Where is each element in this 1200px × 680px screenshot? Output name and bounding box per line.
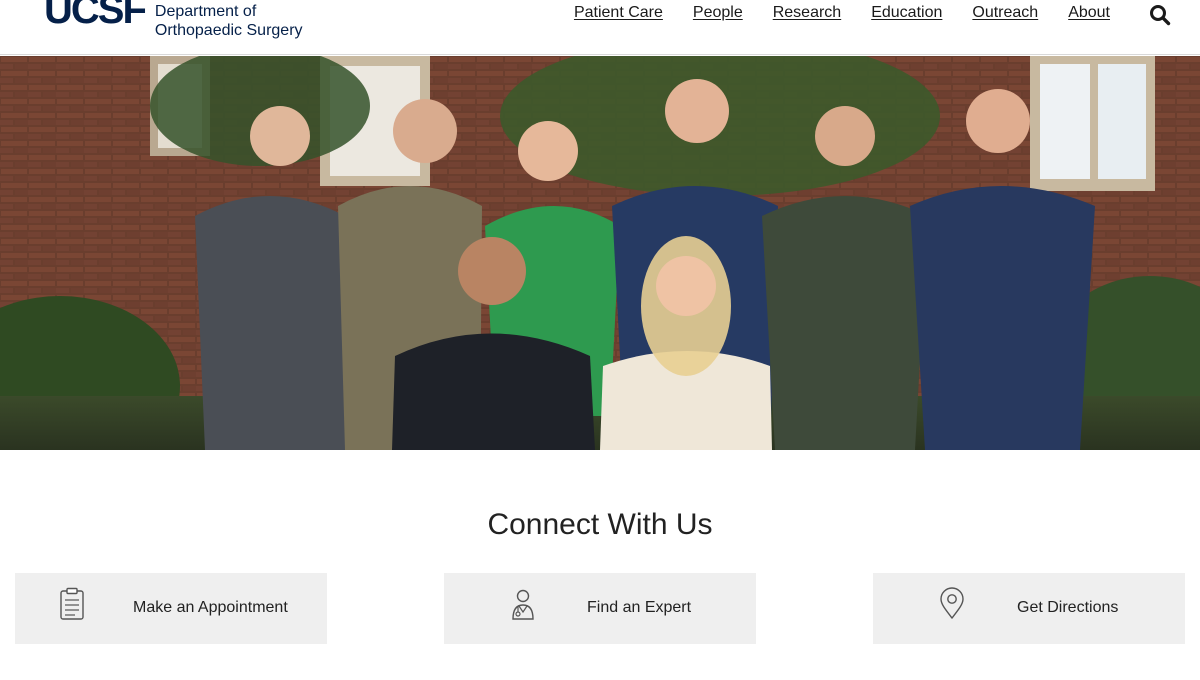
group-photo <box>0 56 1200 450</box>
connect-title: Connect With Us <box>487 508 713 541</box>
search-button[interactable] <box>1148 3 1172 27</box>
doctor-icon <box>512 589 534 620</box>
logo-line-1: Department of <box>154 3 257 20</box>
make-appointment-label: Make an Appointment <box>133 599 288 616</box>
logo-department-name: Department of Orthopaedic Surgery <box>155 2 303 40</box>
find-expert-card[interactable]: Find an Expert <box>444 573 756 644</box>
nav-item-people[interactable]: People <box>693 4 743 22</box>
ucsf-logo[interactable]: UCSF Department of Orthopaedic Surgery <box>44 0 303 40</box>
make-appointment-card[interactable]: Make an Appointment <box>15 573 327 644</box>
search-icon <box>1150 5 1171 26</box>
hero-image <box>0 56 1200 450</box>
nav-item-about[interactable]: About <box>1068 4 1110 22</box>
nav-item-outreach[interactable]: Outreach <box>972 4 1038 22</box>
nav-item-education[interactable]: Education <box>871 4 942 22</box>
clipboard-icon <box>60 587 84 620</box>
logo-mark: UCSF <box>44 0 147 32</box>
nav-item-patient-care[interactable]: Patient Care <box>574 4 663 22</box>
site-header: UCSF Department of Orthopaedic Surgery P… <box>0 0 1200 55</box>
nav-item-research[interactable]: Research <box>773 4 841 22</box>
find-expert-label: Find an Expert <box>587 599 692 616</box>
logo-line-2: Orthopaedic Surgery <box>154 22 303 39</box>
get-directions-label: Get Directions <box>1017 599 1119 616</box>
main-nav: Patient Care People Research Education O… <box>574 4 1110 22</box>
get-directions-card[interactable]: Get Directions <box>873 573 1185 644</box>
map-pin-icon <box>940 587 964 620</box>
